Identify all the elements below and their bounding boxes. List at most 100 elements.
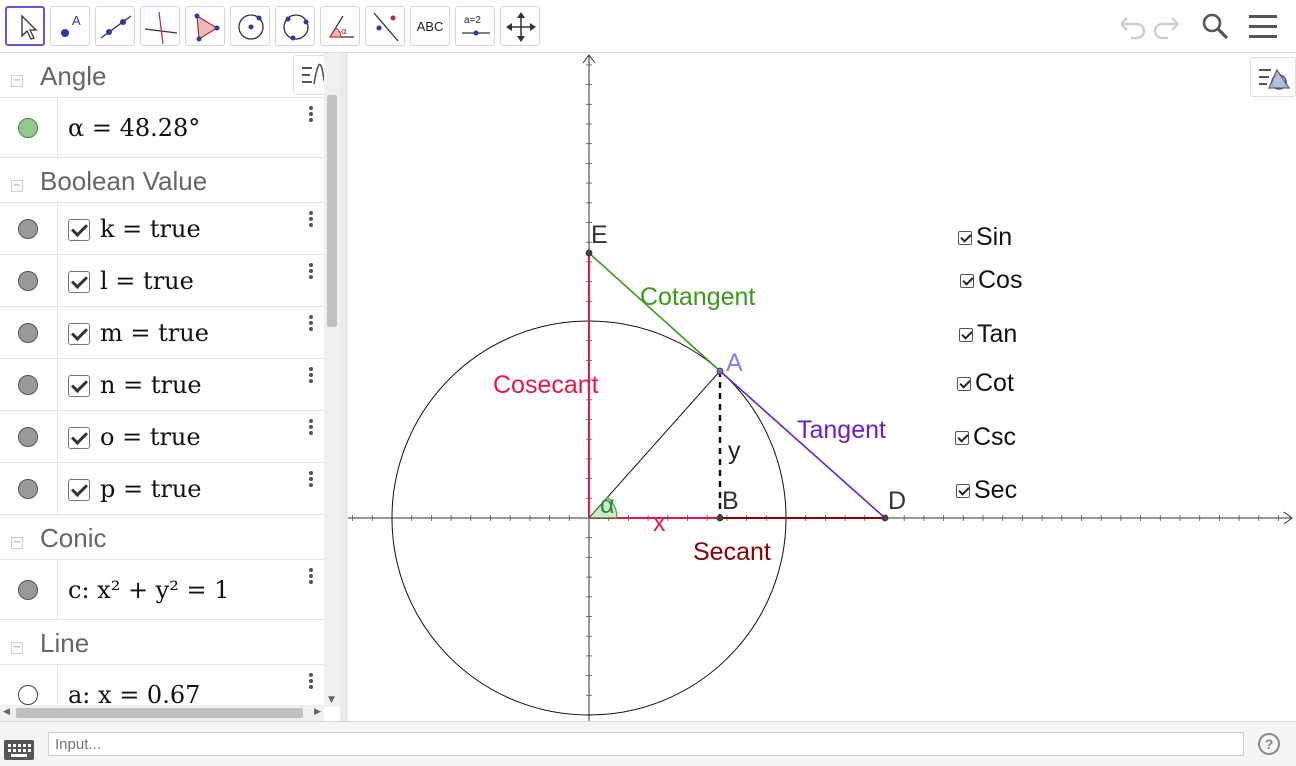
algebra-row[interactable]: n = true xyxy=(0,358,324,411)
help-icon[interactable]: ? xyxy=(1258,733,1280,755)
more-options-icon[interactable] xyxy=(308,419,314,437)
keyboard-icon[interactable] xyxy=(4,740,34,760)
visibility-toggle[interactable] xyxy=(18,478,38,499)
algebra-row[interactable]: l = true xyxy=(0,254,324,307)
checkbox-box[interactable] xyxy=(955,430,969,445)
algebra-row[interactable]: α = 48.28° xyxy=(0,97,324,158)
checkbox-sin[interactable]: Sin xyxy=(958,223,1012,252)
panel-splitter[interactable] xyxy=(340,53,348,721)
algebra-vertical-scrollbar[interactable]: ▼ xyxy=(324,53,340,707)
point-e xyxy=(585,249,593,257)
slider-tool-label: a=2 xyxy=(464,15,481,26)
algebra-row[interactable]: o = true xyxy=(0,410,324,463)
algebra-row[interactable]: c: x² + y² = 1 xyxy=(0,559,324,620)
checkbox-box[interactable] xyxy=(960,273,974,288)
checkbox-cos[interactable]: Cos xyxy=(960,266,1022,295)
algebra-expression[interactable]: α = 48.28° xyxy=(68,114,200,142)
more-options-icon[interactable] xyxy=(308,471,314,489)
algebra-row[interactable]: p = true xyxy=(0,462,324,515)
checkbox-tan[interactable]: Tan xyxy=(959,320,1017,349)
visibility-toggle[interactable] xyxy=(18,117,38,138)
collapse-icon[interactable]: − xyxy=(11,75,23,87)
collapse-icon[interactable]: − xyxy=(11,537,23,549)
collapse-icon[interactable]: − xyxy=(11,642,23,654)
algebra-view: − Angle α = 48.28° − Boolean Value k = t… xyxy=(0,53,340,721)
boolean-checkbox[interactable] xyxy=(68,426,90,449)
point-e-label: E xyxy=(591,221,608,249)
algebra-row[interactable]: m = true xyxy=(0,306,324,359)
graphics-style-bar-button[interactable] xyxy=(1250,57,1296,97)
visibility-toggle[interactable] xyxy=(18,579,38,600)
reflect-tool[interactable] xyxy=(365,6,405,46)
group-title: Line xyxy=(40,628,90,658)
more-options-icon[interactable] xyxy=(308,673,314,691)
boolean-checkbox[interactable] xyxy=(68,374,90,397)
graphics-view[interactable]: Cosecant Cotangent Tangent Secant x y α … xyxy=(348,53,1296,721)
algebra-expression[interactable]: p = true xyxy=(100,475,202,503)
cotangent-label: Cotangent xyxy=(640,283,756,311)
slider-tool[interactable]: a=2 xyxy=(455,6,495,46)
boolean-checkbox[interactable] xyxy=(68,218,90,241)
visibility-toggle[interactable] xyxy=(18,322,38,343)
visibility-toggle[interactable] xyxy=(18,684,38,705)
scroll-down-arrow-icon[interactable]: ▼ xyxy=(328,695,335,705)
menu-button[interactable] xyxy=(1245,8,1281,44)
algebra-row[interactable]: k = true xyxy=(0,202,324,255)
more-options-icon[interactable] xyxy=(308,568,314,586)
more-options-icon[interactable] xyxy=(308,315,314,333)
polygon-tool[interactable] xyxy=(185,6,225,46)
scroll-right-arrow-icon[interactable]: ▶ xyxy=(314,707,321,717)
perpendicular-line-tool[interactable] xyxy=(140,6,180,46)
algebra-expression[interactable]: n = true xyxy=(100,371,202,399)
angle-tool-label: α xyxy=(341,27,347,37)
more-options-icon[interactable] xyxy=(308,106,314,124)
algebra-expression[interactable]: m = true xyxy=(100,319,209,347)
visibility-toggle[interactable] xyxy=(18,218,38,239)
visibility-toggle[interactable] xyxy=(18,270,38,291)
algebra-horizontal-scrollbar[interactable]: ◀ ▶ xyxy=(0,705,324,721)
checkbox-box[interactable] xyxy=(956,483,970,498)
move-tool[interactable] xyxy=(5,6,45,46)
checkbox-csc[interactable]: Csc xyxy=(955,423,1016,452)
redo-button[interactable] xyxy=(1150,8,1186,44)
line-tool[interactable] xyxy=(95,6,135,46)
algebra-expression[interactable]: o = true xyxy=(100,423,201,451)
undo-button[interactable] xyxy=(1113,8,1149,44)
checkbox-box[interactable] xyxy=(959,327,973,342)
scrollbar-thumb[interactable] xyxy=(327,95,337,327)
scroll-left-arrow-icon[interactable]: ◀ xyxy=(3,707,10,717)
visibility-toggle[interactable] xyxy=(18,426,38,447)
style-bar-icon xyxy=(1259,68,1291,90)
collapse-icon[interactable]: − xyxy=(11,180,23,192)
algebra-expression[interactable]: c: x² + y² = 1 xyxy=(68,576,230,604)
boolean-checkbox[interactable] xyxy=(68,478,90,501)
graphics-canvas[interactable] xyxy=(348,53,1296,721)
checkbox-sec[interactable]: Sec xyxy=(956,476,1017,505)
text-tool[interactable]: ABC xyxy=(410,6,450,46)
visibility-toggle[interactable] xyxy=(18,374,38,395)
checkbox-cot[interactable]: Cot xyxy=(957,369,1014,398)
algebra-expression[interactable]: l = true xyxy=(100,267,194,295)
move-graphics-view-tool[interactable] xyxy=(500,6,540,46)
y-label: y xyxy=(728,437,741,465)
more-options-icon[interactable] xyxy=(308,211,314,229)
slider-icon: a=2 xyxy=(462,15,490,36)
checkbox-box[interactable] xyxy=(957,376,971,391)
group-header-boolean: − Boolean Value xyxy=(0,158,324,203)
polygon-icon xyxy=(194,13,220,42)
boolean-checkbox[interactable] xyxy=(68,270,90,293)
checkbox-box[interactable] xyxy=(958,230,972,245)
point-tool[interactable]: A xyxy=(50,6,90,46)
scrollbar-thumb[interactable] xyxy=(16,708,303,718)
text-tool-label: ABC xyxy=(416,18,444,34)
angle-tool[interactable]: α xyxy=(320,6,360,46)
boolean-checkbox[interactable] xyxy=(68,322,90,345)
circle-three-points-tool[interactable] xyxy=(275,6,315,46)
input-field[interactable] xyxy=(48,732,1244,756)
algebra-expression[interactable]: k = true xyxy=(100,215,201,243)
more-options-icon[interactable] xyxy=(308,367,314,385)
circle-center-point-tool[interactable] xyxy=(230,6,270,46)
menu-icon xyxy=(1249,15,1277,38)
more-options-icon[interactable] xyxy=(308,263,314,281)
search-button[interactable] xyxy=(1197,8,1233,44)
